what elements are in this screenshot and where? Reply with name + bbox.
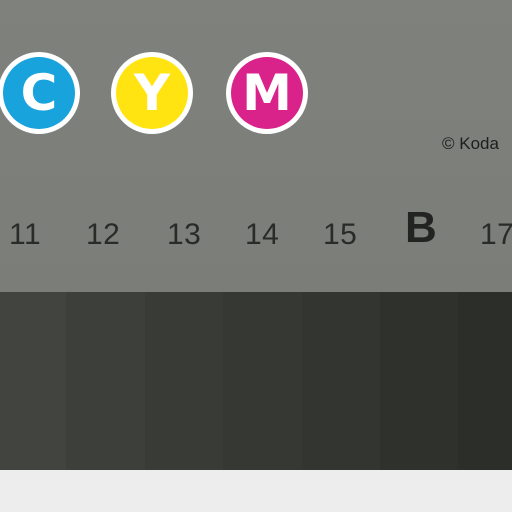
kodak-gray-scale-card: C Y M © Koda 11 12 13 14 15 B 17 — [0, 0, 512, 470]
magenta-circle: M — [226, 52, 308, 134]
step-number-12: 12 — [86, 218, 121, 251]
gray-step-11 — [0, 292, 66, 470]
step-number-15: 15 — [323, 218, 358, 251]
gray-step-13 — [145, 292, 223, 470]
step-number-14: 14 — [245, 218, 280, 251]
step-number-17: 17 — [480, 218, 512, 251]
cyan-circle: C — [0, 52, 80, 134]
yellow-circle-letter: Y — [116, 57, 188, 129]
copyright-text: © Koda — [442, 134, 499, 153]
cyan-circle-letter: C — [3, 57, 75, 129]
gray-step-b — [380, 292, 458, 470]
gray-step-12 — [66, 292, 145, 470]
gray-step-strip — [0, 292, 512, 470]
step-label-b: B — [405, 203, 437, 252]
yellow-circle: Y — [111, 52, 193, 134]
step-number-13: 13 — [167, 218, 202, 251]
gray-step-14 — [223, 292, 302, 470]
white-background — [0, 470, 512, 512]
gray-step-15 — [302, 292, 380, 470]
step-number-11: 11 — [9, 218, 42, 251]
magenta-circle-letter: M — [231, 57, 303, 129]
gray-step-17 — [458, 292, 512, 470]
